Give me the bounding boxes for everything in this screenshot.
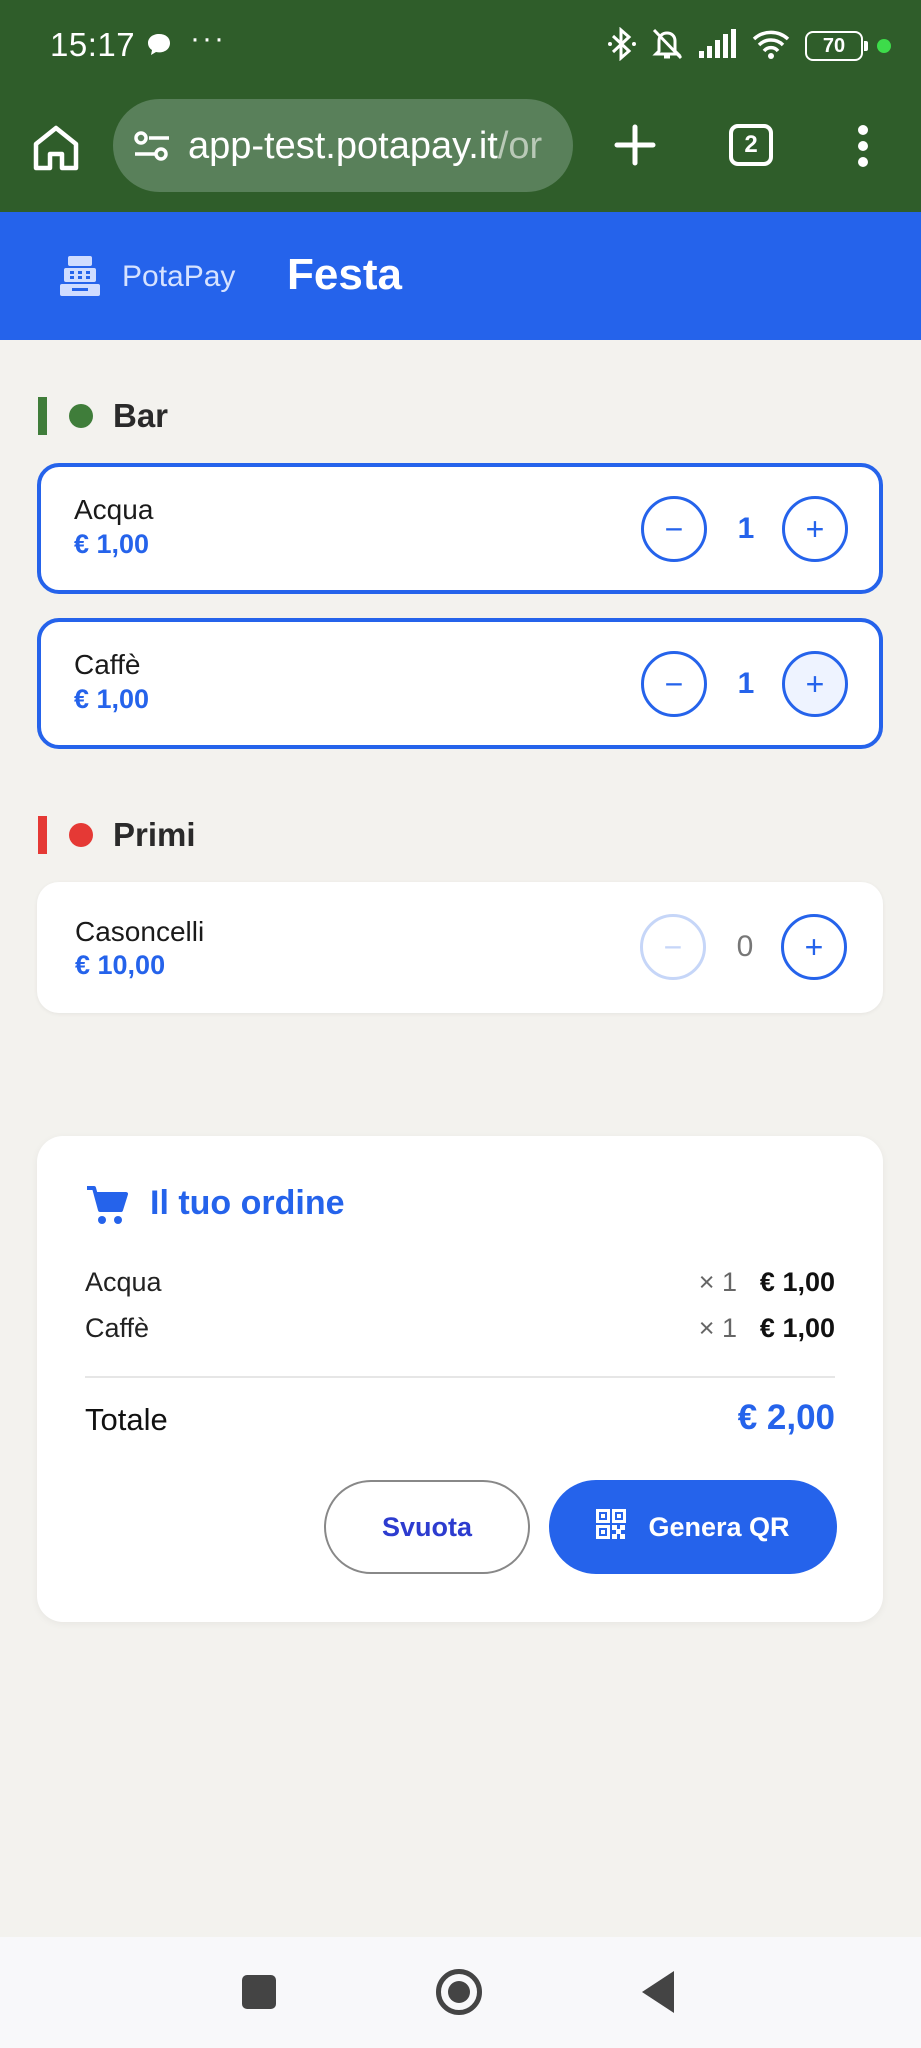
status-bar: 15:17 ··· 70 xyxy=(0,0,921,92)
address-bar[interactable]: app-test.potapay.it/or xyxy=(113,99,573,192)
new-tab-button[interactable] xyxy=(612,122,658,168)
menu-item-card[interactable]: Acqua € 1,00 − 1 + xyxy=(37,463,883,594)
increase-quantity-button[interactable]: + xyxy=(782,496,848,562)
decrease-quantity-button[interactable]: − xyxy=(640,914,706,980)
menu-item-card[interactable]: Casoncelli € 10,00 − 0 + xyxy=(37,882,883,1013)
section-header-bar: Bar xyxy=(38,396,168,436)
generate-qr-label: Genera QR xyxy=(648,1511,790,1542)
page-title: Festa xyxy=(287,250,402,299)
url-domain: app-test.potapay.it xyxy=(188,125,498,167)
more-notifications-icon: ··· xyxy=(190,22,226,55)
total-label: Totale xyxy=(85,1402,168,1437)
home-button[interactable] xyxy=(436,1969,482,2015)
menu-item-card[interactable]: Caffè € 1,00 − 1 + xyxy=(37,618,883,749)
bluetooth-icon xyxy=(607,26,637,66)
section-title: Primi xyxy=(113,816,196,853)
brand-name[interactable]: PotaPay xyxy=(122,260,235,294)
total-value: € 2,00 xyxy=(737,1398,835,1437)
browser-menu-button[interactable] xyxy=(856,124,870,168)
browser-home-button[interactable] xyxy=(30,122,82,174)
item-name: Caffè xyxy=(74,649,141,680)
order-line-price: € 1,00 xyxy=(759,1267,835,1297)
signal-icon xyxy=(697,28,737,64)
section-header-primi: Primi xyxy=(38,815,196,855)
url-path: /or xyxy=(497,125,543,167)
item-name: Acqua xyxy=(74,494,154,525)
section-accent xyxy=(38,397,47,435)
order-line-name: Acqua xyxy=(85,1267,162,1297)
increase-quantity-button[interactable]: + xyxy=(781,914,847,980)
order-line-qty: × 1 xyxy=(698,1267,737,1297)
section-accent xyxy=(38,816,47,854)
item-name: Casoncelli xyxy=(75,916,205,947)
order-title: Il tuo ordine xyxy=(150,1184,345,1222)
system-navigation-bar xyxy=(0,1937,921,2048)
wifi-icon xyxy=(751,28,791,65)
section-dot xyxy=(69,823,93,847)
section-title: Bar xyxy=(113,397,169,434)
site-settings-icon[interactable] xyxy=(133,129,171,168)
section-dot xyxy=(69,404,93,428)
back-button[interactable] xyxy=(642,1971,674,2013)
item-quantity: 0 xyxy=(736,930,754,963)
tab-switcher-button[interactable]: 2 xyxy=(729,124,773,166)
item-price: € 1,00 xyxy=(74,684,150,714)
generate-qr-button[interactable]: Genera QR xyxy=(549,1480,837,1574)
divider xyxy=(85,1376,835,1378)
clear-order-label: Svuota xyxy=(381,1511,473,1542)
order-line-price: € 1,00 xyxy=(759,1313,835,1343)
order-line-name: Caffè xyxy=(85,1313,150,1343)
shopping-cart-icon xyxy=(85,1184,129,1233)
battery-icon: 70 xyxy=(805,31,868,61)
chat-notification-icon xyxy=(146,33,172,62)
status-time: 15:17 xyxy=(50,26,136,63)
clear-order-button[interactable]: Svuota xyxy=(324,1480,530,1574)
url-text[interactable]: app-test.potapay.it/or xyxy=(188,125,558,168)
item-price: € 1,00 xyxy=(74,529,150,559)
browser-toolbar: app-test.potapay.it/or 2 xyxy=(0,92,921,212)
order-line: Caffè × 1 € 1,00 xyxy=(85,1313,835,1349)
order-line-qty: × 1 xyxy=(698,1313,737,1343)
item-quantity: 1 xyxy=(737,512,755,545)
increase-quantity-button[interactable]: + xyxy=(782,651,848,717)
privacy-indicator-icon xyxy=(877,39,891,53)
mute-icon xyxy=(651,27,683,66)
decrease-quantity-button[interactable]: − xyxy=(641,651,707,717)
recents-button[interactable] xyxy=(242,1975,276,2009)
decrease-quantity-button[interactable]: − xyxy=(641,496,707,562)
qr-code-icon xyxy=(596,1508,627,1546)
order-summary-card: Il tuo ordine Acqua × 1 € 1,00 Caffè × 1… xyxy=(37,1136,883,1622)
app-header: PotaPay Festa xyxy=(0,212,921,340)
item-price: € 10,00 xyxy=(75,950,166,980)
item-quantity: 1 xyxy=(737,667,755,700)
order-line: Acqua × 1 € 1,00 xyxy=(85,1267,835,1303)
cash-register-icon xyxy=(58,254,102,303)
